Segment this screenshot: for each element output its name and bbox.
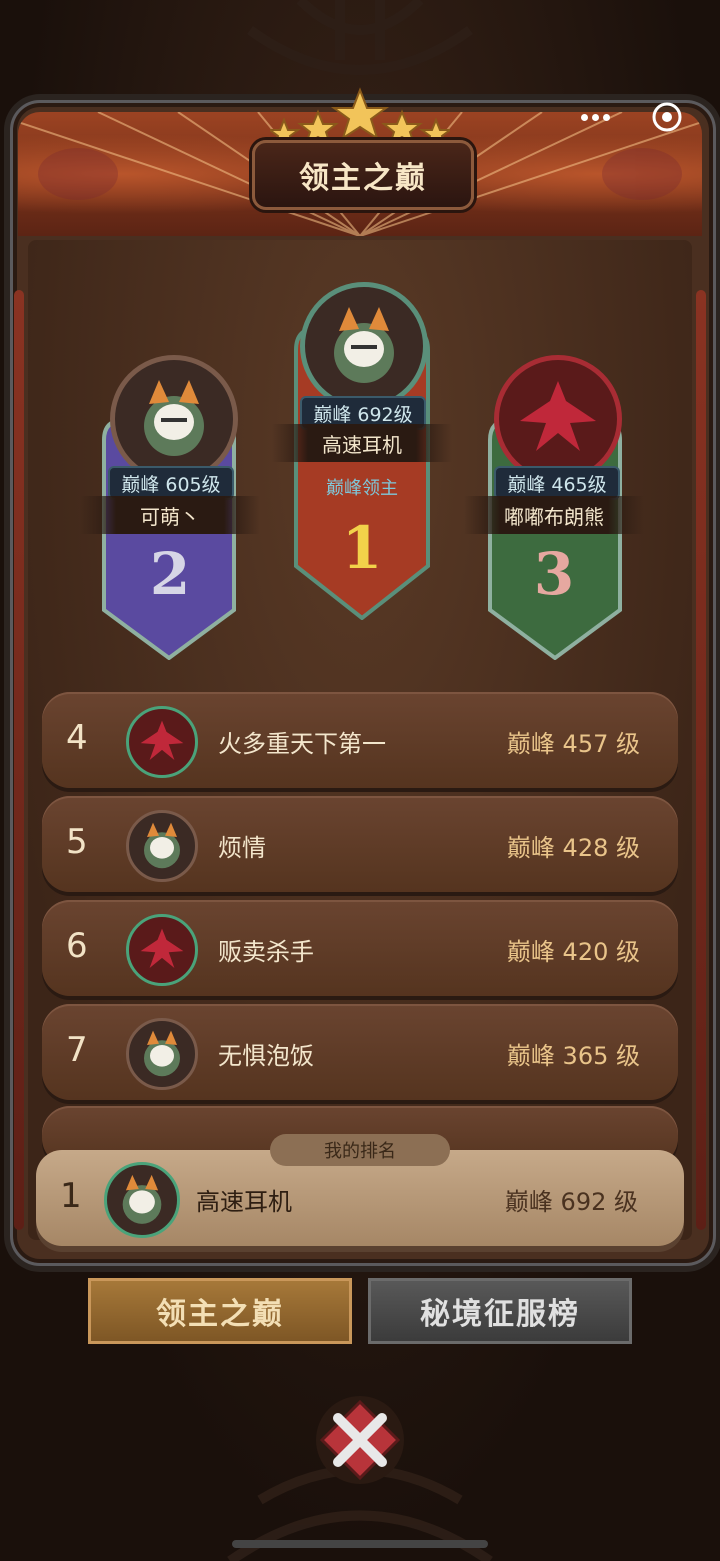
my-rank-name: 高速耳机 (196, 1188, 292, 1216)
row-name: 火多重天下第一 (218, 730, 386, 758)
fox-hero-icon (144, 380, 204, 456)
third-rank: 3 (533, 540, 575, 608)
row-name: 贩卖杀手 (218, 938, 314, 966)
fox-hero-icon (126, 810, 198, 882)
my-rank-label: 我的排名 (270, 1134, 450, 1166)
row-name: 无惧泡饭 (218, 1042, 314, 1070)
home-indicator (232, 1540, 488, 1548)
second-level: 巅峰 605级 (108, 466, 234, 500)
red-dragon-icon (126, 914, 198, 986)
third-name: 嘟嘟布朗熊 (464, 496, 644, 534)
second-rank: 2 (149, 540, 191, 608)
fox-hero-icon (126, 1018, 198, 1090)
page-title: 领主之巅 (299, 161, 427, 196)
third-avatar (494, 355, 622, 483)
second-name: 可萌丶 (80, 496, 260, 534)
list-item[interactable]: 4 火多重天下第一 巅峰 457 级 (42, 692, 678, 788)
five-stars-icon (270, 87, 450, 146)
red-dragon-icon (126, 706, 198, 778)
more-dots-icon[interactable] (574, 104, 616, 130)
second-avatar (110, 355, 238, 483)
page-title-plate: 领主之巅 (252, 140, 474, 210)
tab-lord-peak[interactable]: 领主之巅 (88, 1278, 352, 1344)
red-dragon-icon (520, 381, 596, 451)
right-rail (696, 290, 706, 1230)
row-level: 巅峰 420 级 (506, 938, 640, 966)
first-subtitle: 巅峰领主 (326, 478, 398, 499)
row-level: 巅峰 428 级 (506, 834, 640, 862)
row-rank: 7 (66, 1030, 88, 1070)
list-item[interactable]: 6 贩卖杀手 巅峰 420 级 (42, 900, 678, 996)
row-rank: 5 (66, 822, 88, 862)
left-rail (14, 290, 24, 1230)
first-name: 高速耳机 (272, 424, 452, 462)
my-rank-level: 巅峰 692 级 (504, 1188, 638, 1216)
row-rank: 6 (66, 926, 88, 966)
close-icon[interactable] (312, 1392, 408, 1488)
fox-hero-icon (334, 307, 394, 383)
target-close-icon[interactable] (650, 100, 684, 134)
first-rank: 1 (341, 514, 383, 582)
fox-hero-icon (104, 1162, 180, 1238)
row-name: 烦情 (218, 834, 266, 862)
list-item[interactable]: 7 无惧泡饭 巅峰 365 级 (42, 1004, 678, 1100)
first-avatar (300, 282, 428, 410)
tab-secret-conquest[interactable]: 秘境征服榜 (368, 1278, 632, 1344)
list-item[interactable]: 5 烦情 巅峰 428 级 (42, 796, 678, 892)
my-rank-number: 1 (60, 1176, 82, 1216)
row-level: 巅峰 365 级 (506, 1042, 640, 1070)
row-rank: 4 (66, 718, 88, 758)
third-level: 巅峰 465级 (494, 466, 620, 500)
row-level: 巅峰 457 级 (506, 730, 640, 758)
